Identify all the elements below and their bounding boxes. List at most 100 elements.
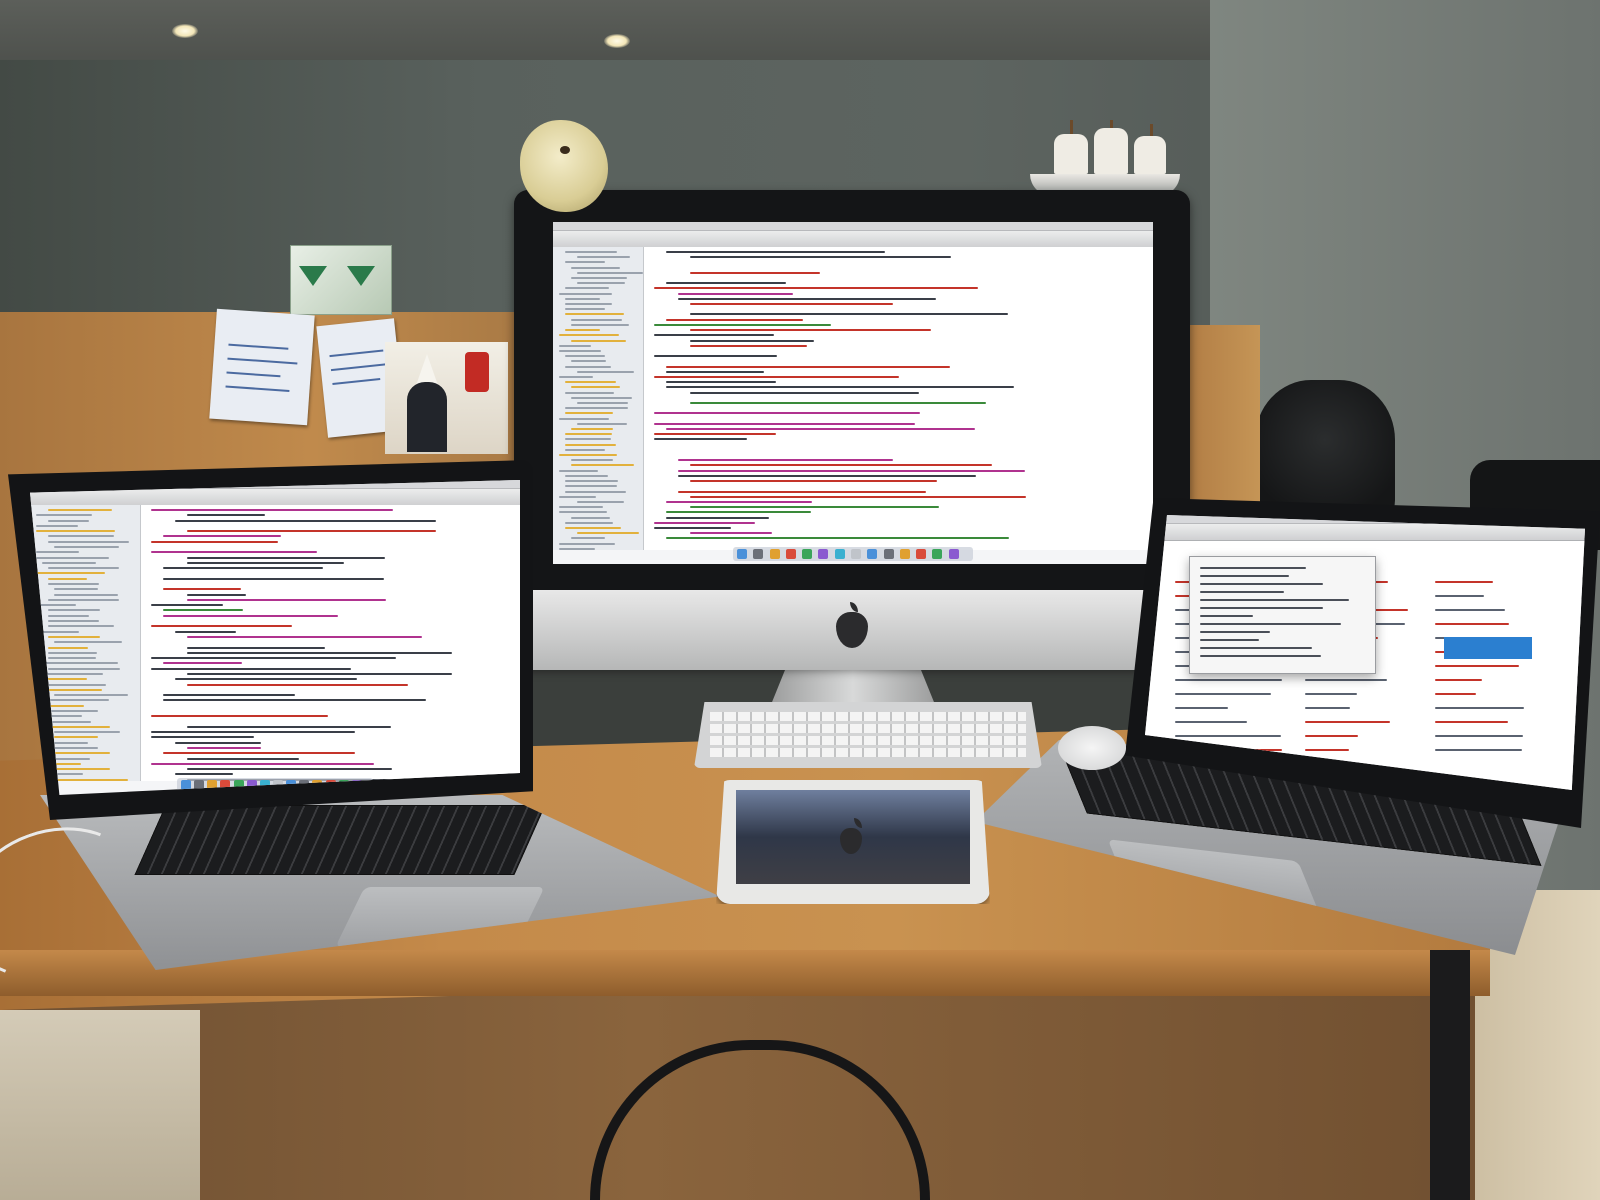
code-line: [187, 556, 385, 559]
navigator-row: [571, 323, 630, 326]
page-text-line: [1175, 693, 1272, 695]
navigator-row: [36, 572, 106, 575]
code-line: [654, 334, 774, 337]
navigator-row: [559, 454, 617, 457]
dock-app-icon: [867, 549, 878, 559]
code-line: [666, 365, 950, 368]
code-line: [654, 526, 732, 529]
dock-app-icon: [753, 549, 764, 559]
navigator-row: [42, 561, 96, 564]
code-line: [690, 313, 1008, 316]
dock-app-icon: [818, 549, 829, 559]
code-line: [678, 292, 793, 295]
code-line: [163, 614, 339, 617]
navigator-row: [565, 251, 617, 253]
navigator-row: [571, 277, 627, 280]
code-line: [151, 762, 374, 765]
code-line: [187, 514, 265, 517]
dock: [733, 547, 973, 561]
code-line: [666, 386, 1014, 389]
dock-app-icon: [737, 549, 747, 559]
ipad-icon: [716, 780, 990, 904]
page-text-line: [1435, 749, 1522, 751]
navigator-row: [559, 547, 595, 550]
page-text-line: [1305, 679, 1387, 681]
navigator-row: [565, 365, 612, 368]
apple-logo-icon: [840, 818, 862, 854]
navigator-row: [577, 402, 629, 404]
page-text-line: [1435, 595, 1484, 597]
ceiling-light-icon: [604, 34, 630, 48]
code-line: [654, 323, 832, 326]
navigator-row: [36, 551, 79, 554]
page-text-line: [1435, 707, 1524, 709]
navigator-row: [577, 370, 635, 373]
ceiling-light-icon: [172, 24, 198, 38]
navigator-row: [571, 396, 633, 399]
dock-app-icon: [883, 549, 894, 559]
code-line: [151, 509, 394, 511]
code-line: [187, 651, 452, 654]
code-line: [151, 715, 328, 718]
dialog-text-line: [1200, 631, 1271, 634]
drawer-cabinet: [0, 1010, 200, 1200]
navigator-row: [48, 720, 91, 723]
code-line: [187, 757, 300, 760]
desk-leg: [1430, 950, 1470, 1200]
file-navigator: [553, 247, 644, 550]
code-line: [654, 422, 915, 425]
navigator-row: [571, 266, 621, 269]
page-text-line: [1435, 721, 1509, 723]
code-line: [666, 381, 777, 384]
code-line: [654, 355, 777, 358]
code-line: [678, 459, 893, 462]
code-line: [690, 329, 932, 332]
navigator-row: [48, 609, 101, 612]
navigator-row: [577, 271, 644, 274]
tissue-box: [290, 245, 392, 315]
page-text-line: [1435, 735, 1524, 737]
navigator-row: [559, 511, 608, 514]
dock-app-icon: [916, 549, 927, 559]
navigator-row: [565, 480, 618, 483]
code-line: [163, 662, 243, 665]
code-line: [151, 551, 318, 554]
page-text-line: [1175, 735, 1281, 737]
navigator-row: [48, 646, 89, 649]
code-line: [163, 752, 355, 755]
imac-screen: [553, 222, 1153, 564]
navigator-row: [571, 339, 627, 342]
dock-app-icon: [802, 549, 813, 559]
code-line: [163, 535, 281, 538]
navigator-row: [559, 349, 601, 352]
page-text-line: [1435, 609, 1505, 611]
navigator-row: [54, 546, 120, 549]
navigator-row: [48, 614, 90, 617]
navigator-row: [36, 524, 79, 527]
navigator-row: [48, 509, 112, 511]
navigator-row: [36, 662, 118, 665]
navigator-row: [565, 287, 610, 290]
code-line: [163, 699, 426, 702]
code-line: [690, 391, 920, 394]
code-line: [690, 344, 808, 347]
navigator-row: [48, 683, 107, 686]
dialog-text-line: [1200, 655, 1322, 658]
navigator-row: [559, 334, 620, 337]
navigator-row: [565, 474, 609, 477]
navigator-row: [577, 256, 630, 259]
navigator-row: [42, 678, 87, 681]
code-line: [163, 567, 324, 570]
navigator-row: [565, 381, 616, 384]
navigator-row: [36, 530, 115, 533]
dialog-text-line: [1200, 599, 1349, 602]
code-line: [175, 678, 357, 681]
sticky-note-icon: [209, 308, 315, 426]
code-line: [151, 540, 279, 543]
code-line: [678, 297, 936, 300]
navigator-row: [577, 532, 640, 535]
navigator-row: [565, 526, 621, 529]
dialog-text-line: [1200, 583, 1324, 586]
navigator-row: [48, 625, 114, 628]
dialog-text-line: [1200, 639, 1259, 642]
